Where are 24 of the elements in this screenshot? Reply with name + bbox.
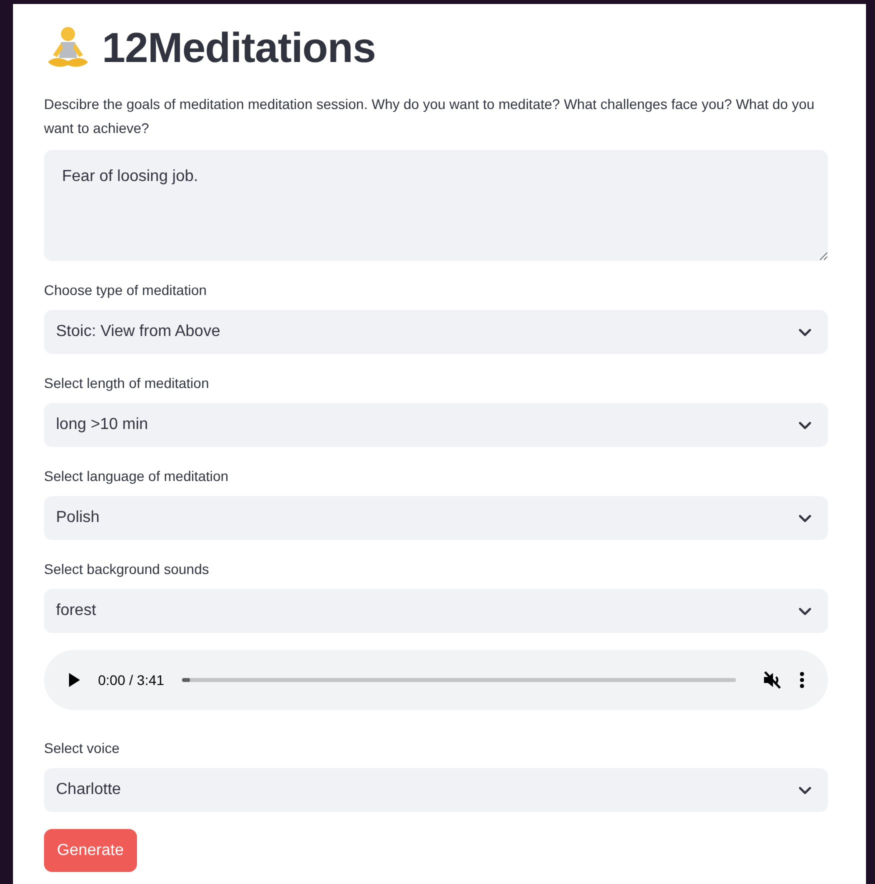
field-label: Select background sounds [44, 560, 210, 579]
chevron-down-icon [798, 786, 812, 794]
chevron-down-icon [798, 514, 812, 522]
chevron-down-icon [798, 606, 812, 616]
goals-text-area[interactable]: Fear of loosing job. [44, 150, 828, 261]
audio-player[interactable]: 0:00 / 3:41 [44, 650, 828, 710]
select-dropdown[interactable]: long >10 min [44, 403, 828, 447]
more-options-icon[interactable] [800, 672, 804, 688]
field-label: Select length of meditation [44, 374, 210, 393]
select-dropdown[interactable]: Stoic: View from Above [44, 310, 828, 354]
speaker-muted-icon[interactable] [762, 670, 782, 690]
field-label: Select voice [44, 739, 120, 758]
audio-progress-track[interactable] [182, 678, 736, 682]
field-label: Choose type of meditation [44, 281, 208, 300]
field-label: Descibre the goals of meditation meditation session. Why do you want to meditate? What challenges face you? What do you want to achieve? [44, 95, 816, 138]
select-dropdown[interactable]: forest [44, 589, 828, 633]
chevron-down-icon [798, 420, 812, 430]
chevron-down-icon [798, 328, 812, 336]
play-icon[interactable] [68, 673, 80, 687]
audio-time: 0:00 / 3:41 [98, 672, 164, 688]
select-dropdown[interactable]: Charlotte [44, 768, 828, 812]
field-label: Select language of meditation [44, 467, 230, 486]
select-dropdown[interactable]: Polish [44, 496, 828, 540]
page-title: 12Meditations [102, 24, 376, 72]
